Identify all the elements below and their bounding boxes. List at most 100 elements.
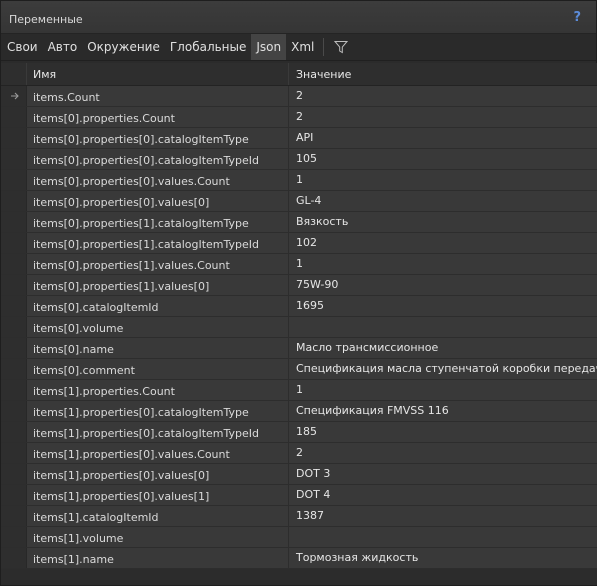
tab-auto[interactable]: Авто [43, 34, 83, 60]
table-row[interactable]: items[1].properties[0].values[1] DOT 4 [1, 485, 597, 506]
cell-name: items[1].properties[0].values[0] [27, 464, 289, 484]
row-gutter [1, 275, 27, 295]
table-row[interactable]: items[0].properties[0].catalogItemTypeId… [1, 149, 597, 170]
row-gutter [1, 401, 27, 421]
row-gutter [1, 317, 27, 337]
title-bar: Переменные ? [1, 1, 596, 34]
table-row[interactable]: items[1].properties[0].values[0] DOT 3 [1, 464, 597, 485]
cell-value[interactable]: DOT 3 [289, 464, 597, 484]
column-header-value[interactable]: Значение [289, 63, 597, 85]
row-gutter [1, 254, 27, 274]
cell-value[interactable]: 1695 [289, 296, 597, 316]
table-row[interactable]: items[0].comment Спецификация масла ступе… [1, 359, 597, 380]
cell-name: items[1].name [27, 548, 289, 568]
cell-value[interactable] [289, 317, 597, 337]
table-row[interactable]: items[1].properties[0].catalogItemType Сп… [1, 401, 597, 422]
cell-name: items[1].properties[0].catalogItemTypeId [27, 422, 289, 442]
cell-value[interactable]: Масло трансмиссионное [289, 338, 597, 358]
table-row[interactable]: items[0].catalogItemId 1695 [1, 296, 597, 317]
cell-name: items[1].properties[0].values[1] [27, 485, 289, 505]
row-gutter [1, 338, 27, 358]
tab-json[interactable]: Json [251, 34, 287, 60]
table-row[interactable]: items[1].catalogItemId 1387 [1, 506, 597, 527]
row-gutter [1, 128, 27, 148]
table-row[interactable]: items.Count 2 [1, 86, 597, 107]
cell-value[interactable]: 1 [289, 170, 597, 190]
table-row[interactable]: items[0].properties[1].catalogItemTypeId… [1, 233, 597, 254]
cell-name: items[0].volume [27, 317, 289, 337]
row-gutter [1, 506, 27, 526]
table-row[interactable]: items[0].properties[0].values.Count 1 [1, 170, 597, 191]
cell-value[interactable]: 1 [289, 254, 597, 274]
cell-value[interactable]: Спецификация FMVSS 116 [289, 401, 597, 421]
cell-name: items[1].catalogItemId [27, 506, 289, 526]
table-row[interactable]: items[1].properties.Count 1 [1, 380, 597, 401]
table-row[interactable]: items[0].properties[1].values[0] 75W-90 [1, 275, 597, 296]
cell-value[interactable]: GL-4 [289, 191, 597, 211]
cell-name: items[1].properties[0].catalogItemType [27, 401, 289, 421]
tab-separator [323, 38, 325, 56]
cell-name: items[0].name [27, 338, 289, 358]
row-gutter [1, 527, 27, 547]
row-gutter [1, 422, 27, 442]
cell-name: items[1].properties.Count [27, 380, 289, 400]
table-row[interactable]: items[0].properties[1].catalogItemType Вя… [1, 212, 597, 233]
cell-value[interactable]: 185 [289, 422, 597, 442]
cell-value[interactable]: Вязкость [289, 212, 597, 232]
row-gutter [1, 233, 27, 253]
cell-name: items[0].properties[1].values.Count [27, 254, 289, 274]
cell-name: items.Count [27, 86, 289, 106]
table-row[interactable]: items[1].properties[0].catalogItemTypeId… [1, 422, 597, 443]
cell-name: items[0].properties.Count [27, 107, 289, 127]
cell-name: items[1].properties[0].values.Count [27, 443, 289, 463]
cell-value[interactable]: Тормозная жидкость [289, 548, 597, 568]
row-gutter [1, 170, 27, 190]
cell-value[interactable]: Спецификация масла ступенчатой коробки п… [289, 359, 597, 379]
table-row[interactable]: items[0].name Масло трансмиссионное [1, 338, 597, 359]
table-row[interactable]: items[1].name Тормозная жидкость [1, 548, 597, 569]
cell-name: items[0].properties[1].values[0] [27, 275, 289, 295]
cell-name: items[0].properties[0].catalogItemTypeId [27, 149, 289, 169]
cell-value[interactable]: 2 [289, 443, 597, 463]
cell-value[interactable]: DOT 4 [289, 485, 597, 505]
help-icon[interactable]: ? [573, 10, 581, 25]
panel-title: Переменные [9, 13, 83, 26]
table-row[interactable]: items[1].volume [1, 527, 597, 548]
cell-value[interactable]: 2 [289, 107, 597, 127]
cell-value[interactable] [289, 527, 597, 547]
table-row[interactable]: items[0].properties[1].values.Count 1 [1, 254, 597, 275]
cell-value[interactable]: 1 [289, 380, 597, 400]
cell-name: items[0].properties[0].values.Count [27, 170, 289, 190]
grid-rows: items.Count 2 items[0].properties.Count 2 it… [1, 86, 597, 569]
row-gutter [1, 149, 27, 169]
variables-panel: Переменные ? Свои Авто Окружение Глобаль… [0, 0, 597, 586]
row-gutter [1, 191, 27, 211]
cell-value[interactable]: 105 [289, 149, 597, 169]
cell-name: items[0].catalogItemId [27, 296, 289, 316]
tab-environment[interactable]: Окружение [82, 34, 165, 60]
column-header-name[interactable]: Имя [27, 63, 289, 85]
filter-button[interactable] [330, 34, 352, 60]
variables-grid: Имя Значение items.Count 2 items[0].proper… [1, 63, 597, 585]
cell-name: items[0].properties[0].catalogItemType [27, 128, 289, 148]
tab-own[interactable]: Свои [2, 34, 43, 60]
table-row[interactable]: items[0].properties.Count 2 [1, 107, 597, 128]
row-gutter [1, 212, 27, 232]
tab-global[interactable]: Глобальные [165, 34, 252, 60]
funnel-icon [334, 41, 349, 54]
cell-value[interactable]: 2 [289, 86, 597, 106]
cell-value[interactable]: API [289, 128, 597, 148]
row-gutter [1, 359, 27, 379]
tab-xml[interactable]: Xml [286, 34, 319, 60]
table-row[interactable]: items[0].volume [1, 317, 597, 338]
cell-value[interactable]: 1387 [289, 506, 597, 526]
table-row[interactable]: items[0].properties[0].catalogItemType AP… [1, 128, 597, 149]
cell-name: items[0].properties[1].catalogItemTypeId [27, 233, 289, 253]
table-row[interactable]: items[1].properties[0].values.Count 2 [1, 443, 597, 464]
grid-header: Имя Значение [1, 63, 597, 86]
cell-value[interactable]: 102 [289, 233, 597, 253]
row-gutter [1, 296, 27, 316]
row-gutter [1, 443, 27, 463]
table-row[interactable]: items[0].properties[0].values[0] GL-4 [1, 191, 597, 212]
cell-value[interactable]: 75W-90 [289, 275, 597, 295]
